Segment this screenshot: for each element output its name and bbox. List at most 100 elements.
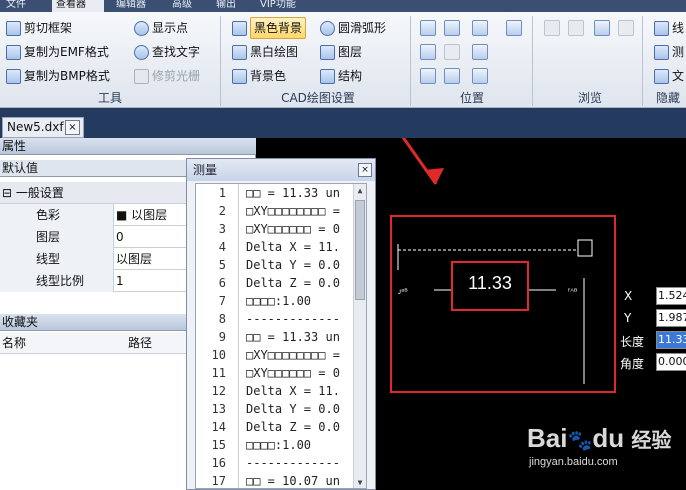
structure-button[interactable]: 结构: [320, 66, 362, 86]
zoom-window-icon[interactable]: [420, 20, 436, 36]
top-tab-strip: 文件 查看器 编辑器 高级 输出 VIP功能: [0, 0, 686, 12]
trim-raster-button[interactable]: 修剪光栅: [134, 66, 200, 86]
watermark-url: jingyan.baidu.com: [529, 456, 618, 468]
group-label-hidden: 隐藏: [655, 91, 680, 105]
watermark-cn: 经验: [631, 430, 672, 452]
scrollbar-thumb[interactable]: [355, 200, 365, 300]
smooth-arc-icon: [320, 20, 335, 36]
close-icon[interactable]: ×: [358, 163, 372, 177]
tab-output[interactable]: 输出: [212, 0, 248, 12]
zoom-extents-icon[interactable]: [444, 44, 460, 60]
output-line: 3 □XY□□□□□□ = 0: [218, 222, 340, 236]
output-line: 10 □XY□□□□□□□□ =: [211, 348, 340, 362]
vertical-scrollbar[interactable]: ▲ ▼: [353, 184, 366, 488]
column-name[interactable]: 名称: [2, 332, 26, 354]
black-white-drawing-button[interactable]: 黑白绘图: [232, 42, 298, 62]
orbit-icon[interactable]: [472, 68, 488, 84]
hide-lines-button[interactable]: 线: [654, 18, 684, 38]
copy-bmp-icon: [6, 68, 21, 84]
layers-button[interactable]: 图层: [320, 42, 362, 62]
output-line: 12 Delta X = 11.: [211, 384, 340, 398]
output-line: 2 □XY□□□□□□□□ =: [218, 204, 340, 218]
output-line: 15 □□□□:1.00: [211, 438, 312, 452]
copy-bmp-button[interactable]: 复制为BMP格式: [6, 66, 110, 86]
ribbon-separator: [220, 16, 221, 106]
copy-emf-button[interactable]: 复制为EMF格式: [6, 42, 109, 62]
coord-label-y: Y: [624, 311, 632, 325]
back-arrow-icon[interactable]: [544, 20, 560, 36]
watermark-du: du: [592, 423, 625, 453]
tab-viewer[interactable]: 查看器: [52, 0, 104, 12]
group-label-tools: 工具: [97, 91, 122, 105]
find-text-button[interactable]: 查找文字: [134, 42, 200, 62]
tab-file[interactable]: 文件: [2, 0, 44, 12]
measure-output[interactable]: 1 □□ = 11.33 un 2 □XY□□□□□□□□ = 3 □XY□□□□□□…: [195, 183, 367, 489]
property-key: 图层: [36, 230, 61, 244]
background-color-button[interactable]: 背景色: [232, 66, 286, 86]
ribbon-separator: [642, 16, 643, 106]
scroll-down-icon[interactable]: ▼: [355, 477, 365, 488]
close-icon[interactable]: ×: [65, 120, 80, 135]
zoom-refresh-icon[interactable]: [444, 68, 460, 84]
property-value: 0: [116, 230, 124, 244]
black-white-icon: [232, 44, 247, 60]
document-tab-label: New5.dxf: [7, 120, 64, 134]
measure-dialog: 测量 × 1 □□ = 11.33 un 2 □XY□□□□□□□□ = 3 □XY□…: [186, 158, 376, 490]
watermark-brand: Bai: [527, 423, 568, 453]
output-line: 7 □□□□:1.00: [218, 294, 312, 308]
coord-label-angle: 角度: [620, 357, 645, 371]
angle-field[interactable]: 0.000: [656, 353, 686, 371]
document-tab-bar: [0, 108, 686, 138]
browse-save-icon[interactable]: [594, 20, 610, 36]
coord-y-field[interactable]: 1.987: [656, 309, 686, 327]
dimension-value[interactable]: 11.33: [451, 273, 529, 294]
zoom-out-icon[interactable]: [472, 44, 488, 60]
smooth-arcs-button[interactable]: 圆滑弧形: [320, 18, 386, 38]
forward-arrow-icon[interactable]: [568, 20, 584, 36]
tab-vip[interactable]: VIP功能: [256, 0, 316, 12]
zoom-in-icon[interactable]: [472, 20, 488, 36]
property-key: 线型比例: [36, 274, 85, 288]
output-line: 4 Delta X = 11.: [218, 240, 340, 254]
coord-x-field[interactable]: 1.524: [656, 287, 686, 305]
rotate-icon[interactable]: [420, 68, 436, 84]
document-tab[interactable]: New5.dxf ×: [2, 117, 84, 138]
layers-icon: [320, 44, 335, 60]
output-line: 1 □□ = 11.33 un: [218, 186, 340, 200]
cut-frame-button[interactable]: 剪切框架: [6, 18, 72, 38]
background-color-icon: [232, 68, 247, 84]
show-points-button[interactable]: 显示点: [134, 18, 188, 38]
cut-frame-icon: [6, 20, 21, 36]
copy-emf-icon: [6, 44, 21, 60]
property-key: 线型: [36, 252, 61, 266]
output-line: 16 -------------: [211, 456, 340, 470]
fit-window-icon[interactable]: [420, 44, 436, 60]
line-icon: [654, 20, 669, 36]
hide-text-button[interactable]: 文: [654, 66, 684, 86]
zoom-magnify-icon[interactable]: [444, 20, 460, 36]
column-path[interactable]: 路径: [128, 332, 152, 354]
pan-hand-icon[interactable]: [506, 20, 522, 36]
property-key: 色彩: [36, 208, 61, 222]
output-line: 14 Delta Z = 0.0: [211, 420, 340, 434]
property-value: ■ 以图层: [116, 208, 168, 222]
measure-dialog-title[interactable]: 测量: [187, 159, 375, 181]
tab-editor[interactable]: 编辑器: [112, 0, 164, 12]
length-field[interactable]: 11.33: [656, 331, 686, 349]
text-icon: [654, 68, 669, 84]
scroll-up-icon[interactable]: ▲: [355, 185, 365, 197]
output-line: 8 -------------: [218, 312, 340, 326]
coord-label-length: 长度: [620, 335, 645, 349]
group-label-cad: CAD绘图设置: [281, 91, 355, 105]
hide-measure-button[interactable]: 测: [654, 42, 684, 62]
group-label-position: 位置: [459, 91, 484, 105]
tab-advanced[interactable]: 高级: [168, 0, 204, 12]
browse-export-icon[interactable]: [618, 20, 634, 36]
ribbon: 剪切框架 复制为EMF格式 复制为BMP格式 显示点 查找文字 修剪光栅 工具 …: [0, 12, 686, 108]
trim-raster-icon: [134, 68, 149, 84]
line-number-gutter: [238, 184, 239, 488]
plus-circle-icon: [134, 20, 149, 36]
baidu-jingyan-watermark: Bai🐾du 经验 jingyan.baidu.com: [527, 424, 671, 469]
output-line: 6 Delta Z = 0.0: [218, 276, 340, 290]
black-background-button[interactable]: 黑色背景: [232, 17, 307, 39]
